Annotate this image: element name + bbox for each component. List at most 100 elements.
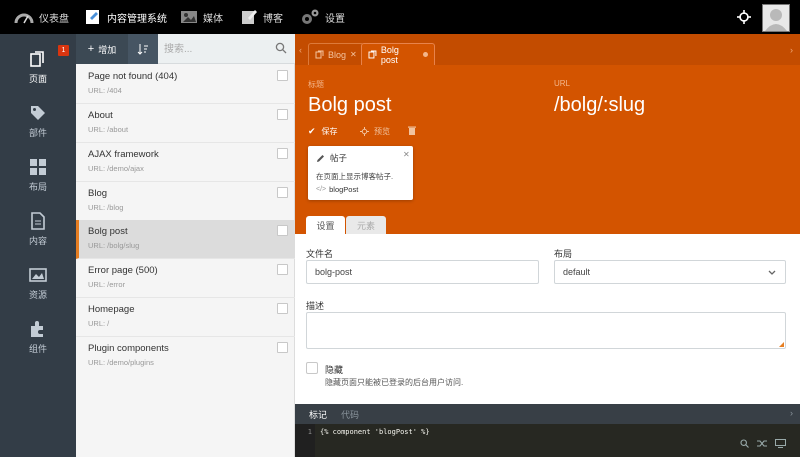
avatar-icon [765,9,787,31]
media-icon [181,11,197,23]
settings-icon [302,9,319,24]
sidenav-components[interactable]: 组件 [0,312,76,362]
code-editor-tabs: 标记 代码 › [295,404,800,424]
layout-value: default [563,267,591,277]
list-item-url: URL: /bolg/slug [88,241,140,250]
save-button[interactable]: ✔ 保存 [308,126,338,137]
list-item[interactable]: Blog URL: /blog [76,182,295,221]
url-input[interactable]: /bolg/:slug [554,94,645,117]
tab-blog[interactable]: Blog ✕ [308,43,364,65]
list-item-checkbox[interactable] [277,109,288,120]
chevron-right-icon[interactable]: › [790,408,793,418]
tab-code-editor[interactable]: 代码 [341,408,359,421]
hidden-label: 隐藏 [325,365,344,375]
search-icon[interactable] [740,439,749,448]
list-item-checkbox[interactable] [277,148,288,159]
page-icon [368,50,377,59]
list-item-checkbox[interactable] [277,187,288,198]
tab-markup[interactable]: 元素 [346,216,386,234]
list-item-url: URL: /404 [88,86,122,95]
plus-icon: + [87,43,95,55]
list-item[interactable]: About URL: /about [76,104,295,143]
sidenav-components-label: 组件 [28,343,47,354]
list-item[interactable]: Error page (500) URL: /error [76,259,295,298]
layout-select[interactable]: default [554,260,786,284]
list-item[interactable]: Page not found (404) URL: /404 [76,65,295,104]
page-icon [315,50,324,59]
list-item-checkbox[interactable] [277,342,288,353]
content-icon [31,211,45,230]
description-label: 描述 [306,301,325,311]
hidden-checkbox[interactable] [306,362,318,374]
sort-icon [137,44,148,55]
topnav-settings[interactable]: 设置 [300,0,345,34]
component-card-header: 帖子 [316,152,347,164]
chevron-right-icon[interactable]: › [790,45,793,55]
tab-bolg-post[interactable]: Bolg post [361,43,435,65]
list-item[interactable]: Plugin components URL: /demo/plugins [76,337,295,376]
list-item-url: URL: / [88,319,110,328]
component-alias: blogPost [329,185,359,194]
list-item-title: Error page (500) [88,265,158,276]
preview-button[interactable]: 预览 [360,126,390,137]
list-item-url: URL: /demo/plugins [88,358,154,367]
trash-icon[interactable] [408,126,416,135]
dashboard-icon [14,13,34,24]
tab-settings[interactable]: 设置 [306,216,345,234]
filename-field[interactable]: bolg-post [306,260,539,284]
crosshair-icon[interactable] [736,9,752,25]
topnav-cms[interactable]: 内容管理系统 [84,0,167,34]
search-input[interactable] [160,38,272,60]
list-item-selected[interactable]: Bolg post URL: /bolg/slug [76,220,295,259]
top-navbar: 仪表盘 内容管理系统 媒体 博客 设置 [0,0,800,34]
assets-icon [29,267,47,282]
code-editor[interactable]: 标记 代码 › 1 {% component 'blogPost' %} [295,404,800,457]
list-toolbar: + 增加 [76,34,295,64]
chevron-down-icon [768,270,776,275]
sidenav-pages-label: 页面 [28,73,47,84]
list-item-checkbox[interactable] [277,225,288,236]
list-item-checkbox[interactable] [277,303,288,314]
list-item[interactable]: Homepage URL: / [76,298,295,337]
tab-bolg-post-label: Bolg post [380,44,399,65]
topnav-media[interactable]: 媒体 [180,0,223,34]
line-number: 1 [295,424,315,457]
list-item-checkbox[interactable] [277,264,288,275]
unsaved-dot-icon[interactable] [423,52,428,57]
add-button[interactable]: + 增加 [76,34,128,64]
close-icon[interactable]: ✕ [403,150,410,159]
tab-markup-editor[interactable]: 标记 [309,408,327,421]
title-input[interactable]: Bolg post [308,94,391,117]
search-icon[interactable] [275,42,287,54]
layout-label: 布局 [554,249,573,259]
sort-button[interactable] [128,34,158,64]
topnav-dashboard-label: 仪表盘 [39,13,69,25]
title-label: 标题 [308,80,324,89]
user-avatar[interactable] [762,4,790,32]
list-item-title: AJAX framework [88,149,159,160]
shuffle-icon[interactable] [757,439,768,448]
page-editor: ‹ Blog ✕ Bolg post › 标题 Bolg post URL /b… [295,34,800,457]
component-description: 在页面上显示博客帖子. [316,172,394,181]
save-button-label: 保存 [321,127,338,136]
component-alias-row: </> blogPost [316,185,358,194]
monitor-icon[interactable] [775,439,786,448]
list-item-checkbox[interactable] [277,70,288,81]
topnav-media-label: 媒体 [203,13,223,25]
preview-button-label: 预览 [374,127,390,136]
list-item[interactable]: AJAX framework URL: /demo/ajax [76,143,295,182]
topnav-settings-label: 设置 [325,13,345,25]
description-field[interactable] [306,312,786,349]
sidenav-content[interactable]: 内容 [0,204,76,254]
topnav-dashboard[interactable]: 仪表盘 [14,0,69,34]
sidenav-assets[interactable]: 资源 [0,258,76,308]
resize-handle-icon[interactable] [779,342,784,347]
component-card[interactable]: 帖子 ✕ 在页面上显示博客帖子. </> blogPost [308,146,413,200]
sidenav-layouts[interactable]: 布局 [0,150,76,200]
sidenav-partials[interactable]: 部件 [0,96,76,146]
close-icon[interactable]: ✕ [350,50,357,59]
topnav-blog[interactable]: 博客 [240,0,283,34]
chevron-left-icon[interactable]: ‹ [299,45,302,55]
code-line[interactable]: {% component 'blogPost' %} [320,428,430,436]
blog-icon [242,10,257,24]
